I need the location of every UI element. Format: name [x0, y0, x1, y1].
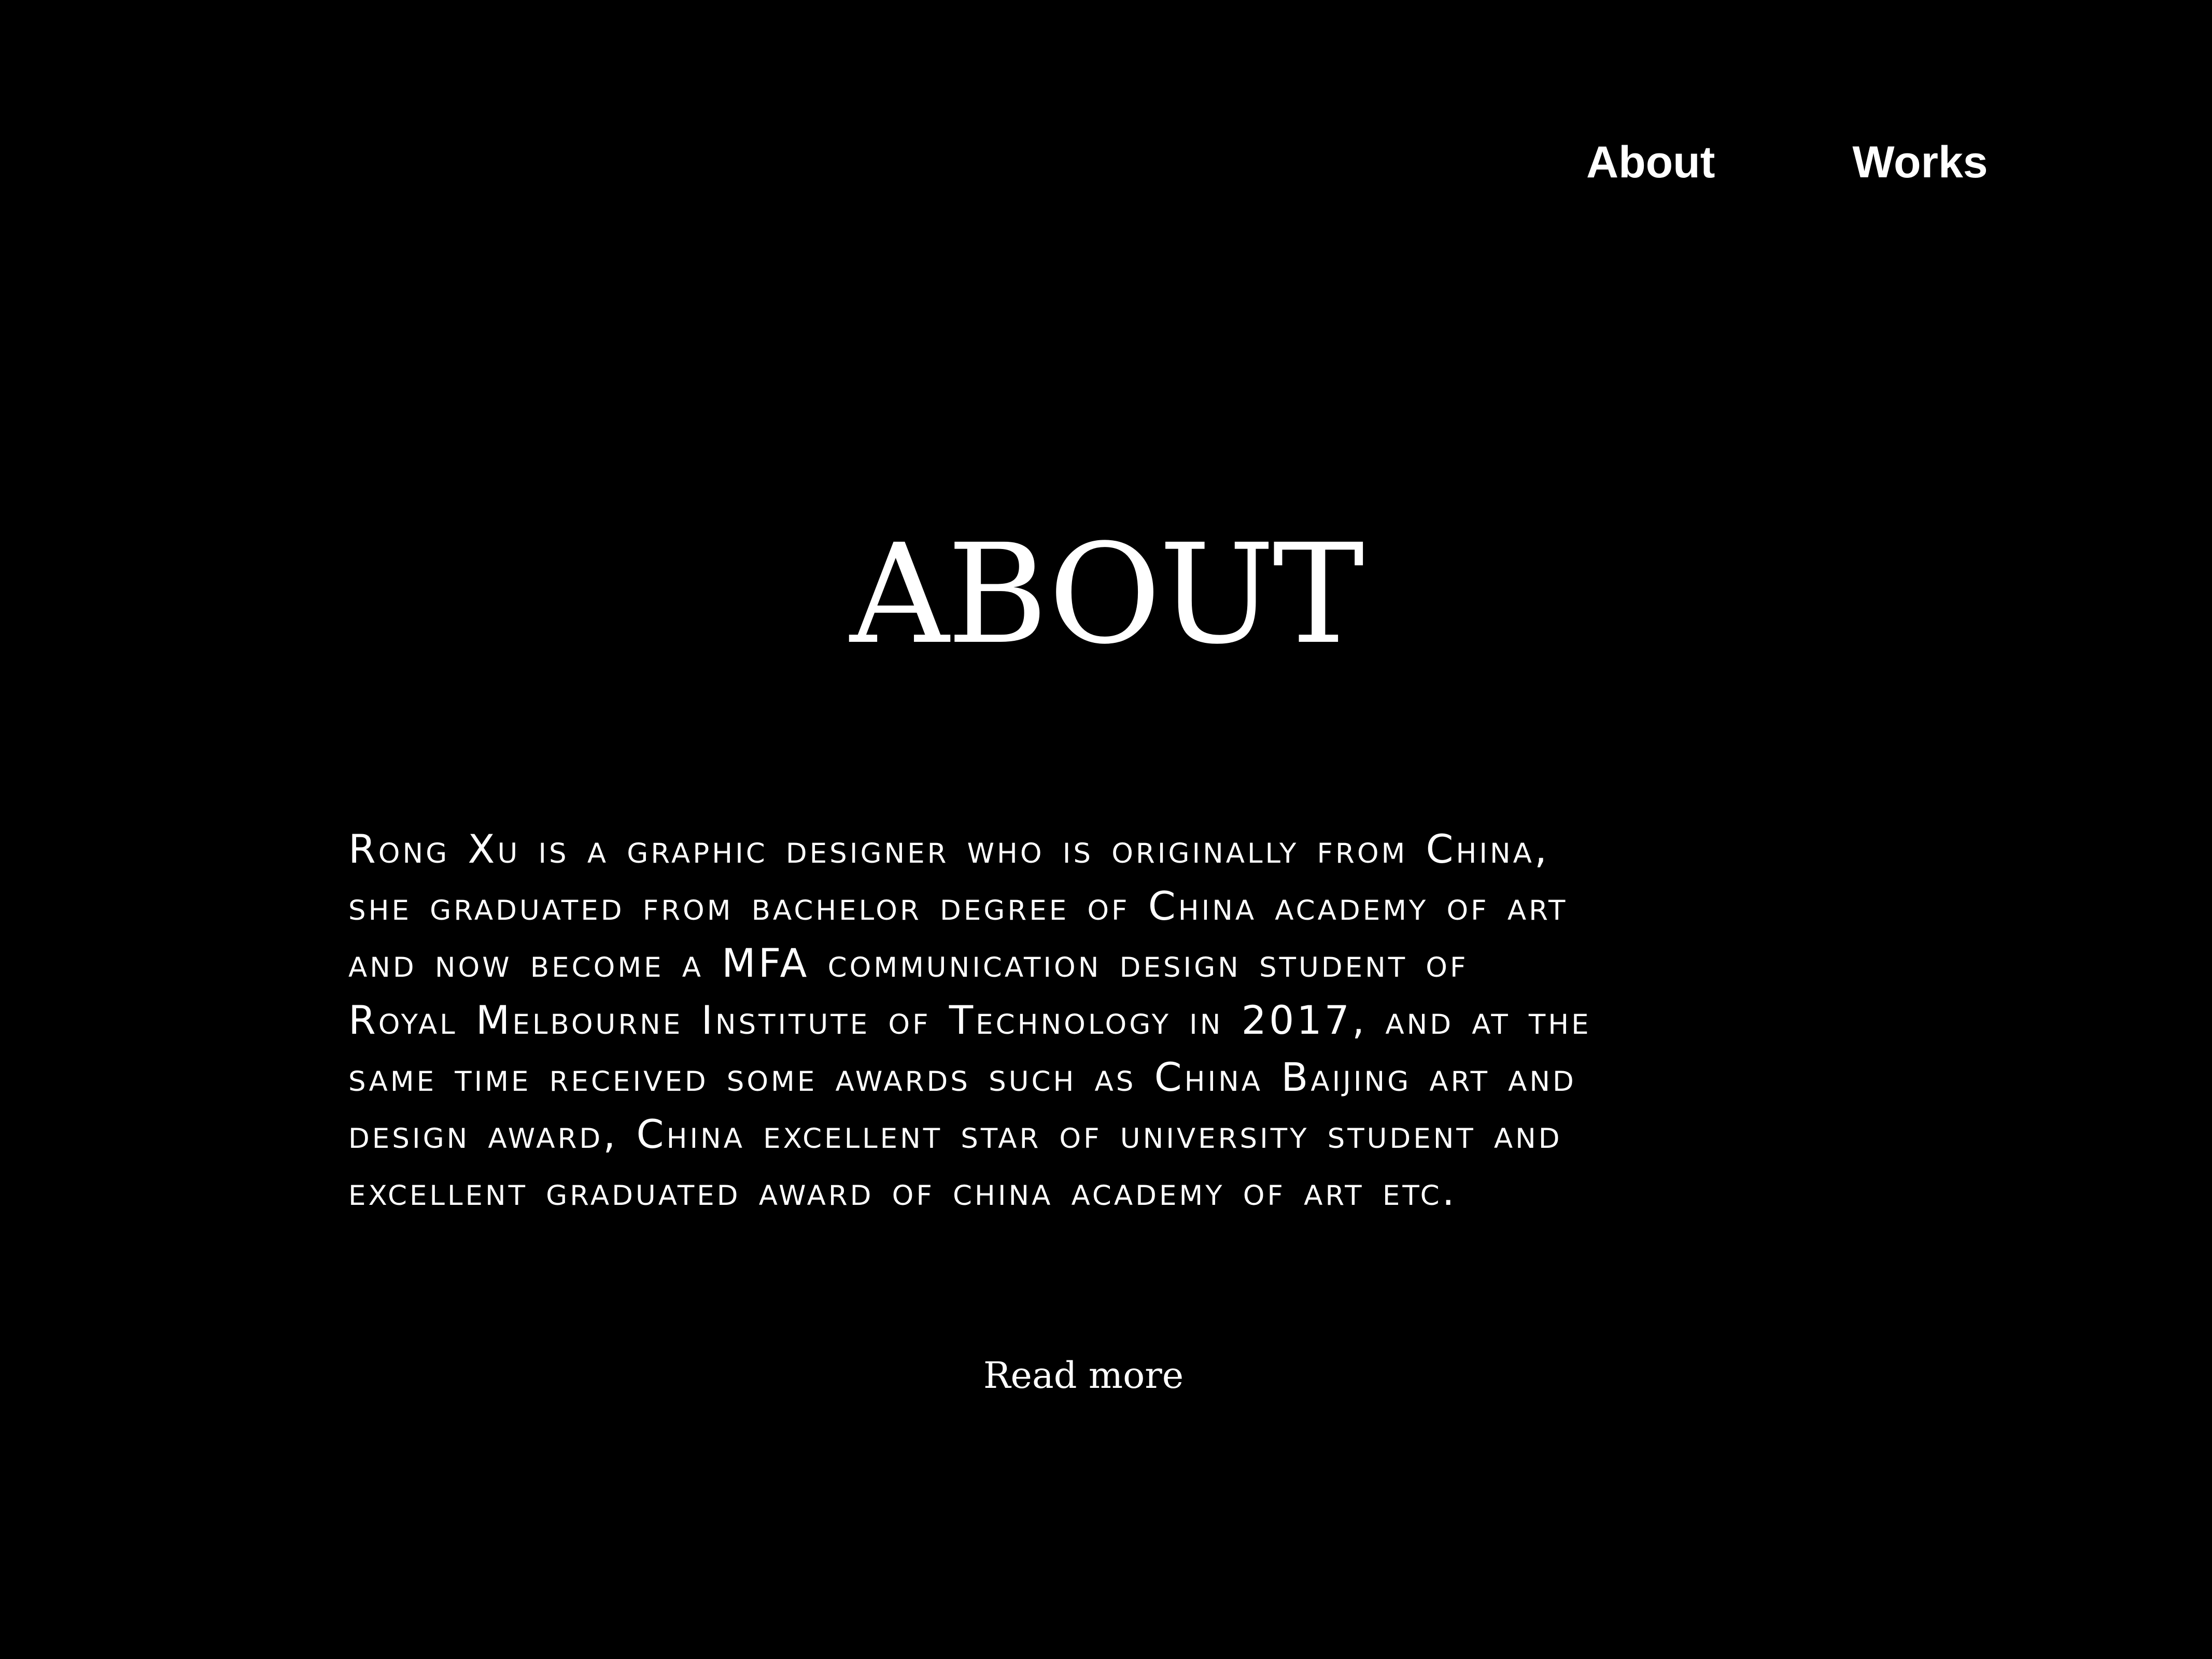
bio-line: she graduated from bachelor degree of Ch… [348, 883, 1568, 929]
nav-link-works[interactable]: Works [1852, 140, 1988, 185]
read-more-link[interactable]: Read more [0, 1357, 2167, 1394]
bio-line: same time received some awards such as C… [348, 1054, 1576, 1100]
bio-line: and now become a MFA communication desig… [348, 940, 1469, 986]
bio-line: excellent graduated award of china acade… [348, 1168, 1457, 1214]
bio-line: Rong Xu is a graphic designer who is ori… [348, 826, 1550, 872]
bio-line: Royal Melbourne Institute of Technology … [348, 997, 1591, 1043]
nav-link-about[interactable]: About [1586, 140, 1715, 185]
top-nav: About Works [1586, 140, 1988, 185]
bio-line: design award, China excellent star of un… [348, 1111, 1562, 1157]
bio-paragraph: Rong Xu is a graphic designer who is ori… [348, 821, 1914, 1220]
page-title: ABOUT [850, 515, 1364, 674]
